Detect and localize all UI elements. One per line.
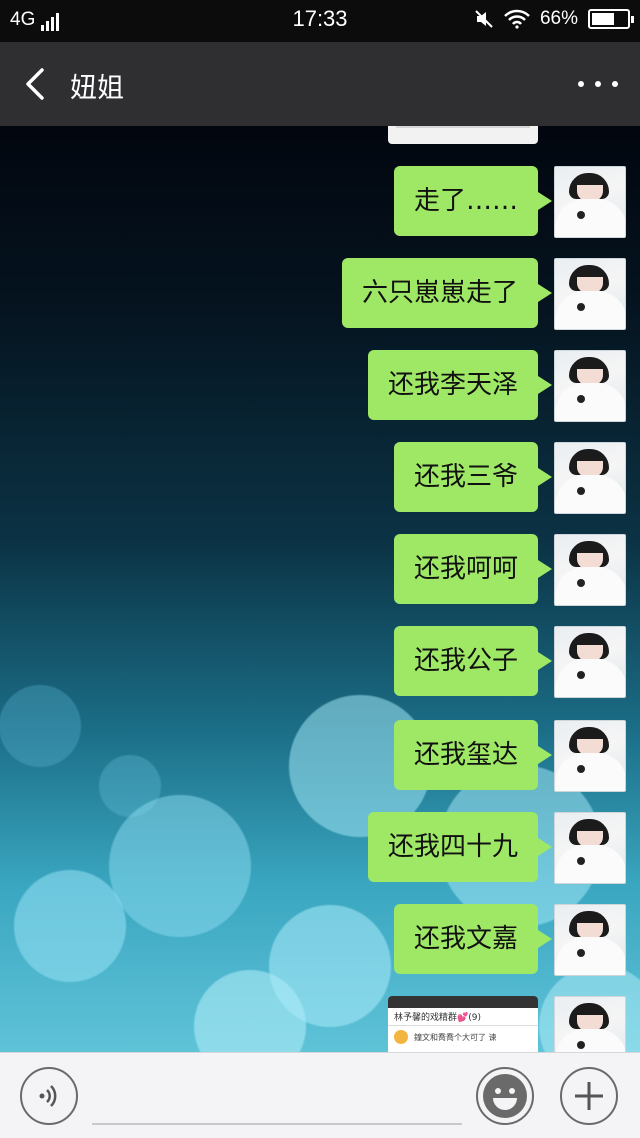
battery-percent: 66% [539,8,578,29]
input-bar [0,1052,640,1138]
mute-icon [475,10,493,28]
message-bubble[interactable]: 六只崽崽走了 [341,258,553,328]
message-bubble[interactable]: 还我呵呵 [393,534,553,604]
message-input[interactable] [92,1075,462,1125]
avatar[interactable] [554,350,626,422]
message-bubble[interactable]: 走了…… [393,166,553,236]
battery-icon [588,9,634,29]
message-bubble[interactable]: 还我玺达 [393,720,553,790]
chat-area[interactable]: 走了…… 六只崽崽走了 还我李天泽 还我三爷 还我呵呵 还我公子 还我玺达 还我… [0,126,640,1052]
avatar[interactable] [554,904,626,976]
message-bubble[interactable]: 还我三爷 [393,442,553,512]
message-row: 还我三爷 [0,442,640,514]
avatar[interactable] [554,534,626,606]
avatar[interactable] [554,812,626,884]
plus-icon [575,1082,603,1110]
more-dots-icon[interactable] [578,72,618,96]
message-row: 还我四十九 [0,812,640,884]
message-row: 还我玺达 [0,720,640,792]
wifi-icon [504,9,530,29]
avatar[interactable] [554,166,626,238]
message-row [0,996,640,1052]
message-row: 走了…… [0,166,640,238]
message-row: 六只崽崽走了 [0,258,640,330]
avatar[interactable] [554,996,626,1052]
chat-header: 妞姐 [0,42,640,126]
status-right: 66% [474,8,634,30]
image-message-partial[interactable] [388,126,538,144]
voice-button[interactable] [20,1067,78,1125]
avatar[interactable] [554,720,626,792]
message-bubble[interactable]: 还我四十九 [367,812,553,882]
message-bubble[interactable]: 还我李天泽 [367,350,553,420]
chevron-left-icon[interactable] [22,66,52,102]
emoji-button[interactable] [476,1067,534,1125]
battery-fill [592,13,615,25]
message-row: 还我呵呵 [0,534,640,606]
emoji-icon [483,1074,527,1118]
avatar[interactable] [554,626,626,698]
message-row: 还我李天泽 [0,350,640,422]
chat-title: 妞姐 [70,73,124,104]
avatar[interactable] [554,442,626,514]
message-bubble[interactable]: 还我公子 [393,626,553,696]
message-row: 还我文嘉 [0,904,640,976]
message-bubble[interactable]: 还我文嘉 [393,904,553,974]
plus-button[interactable] [560,1067,618,1125]
avatar[interactable] [554,258,626,330]
message-row: 还我公子 [0,626,640,698]
status-bar: 4G 17:33 66% [0,0,640,42]
voice-icon [39,1085,57,1107]
